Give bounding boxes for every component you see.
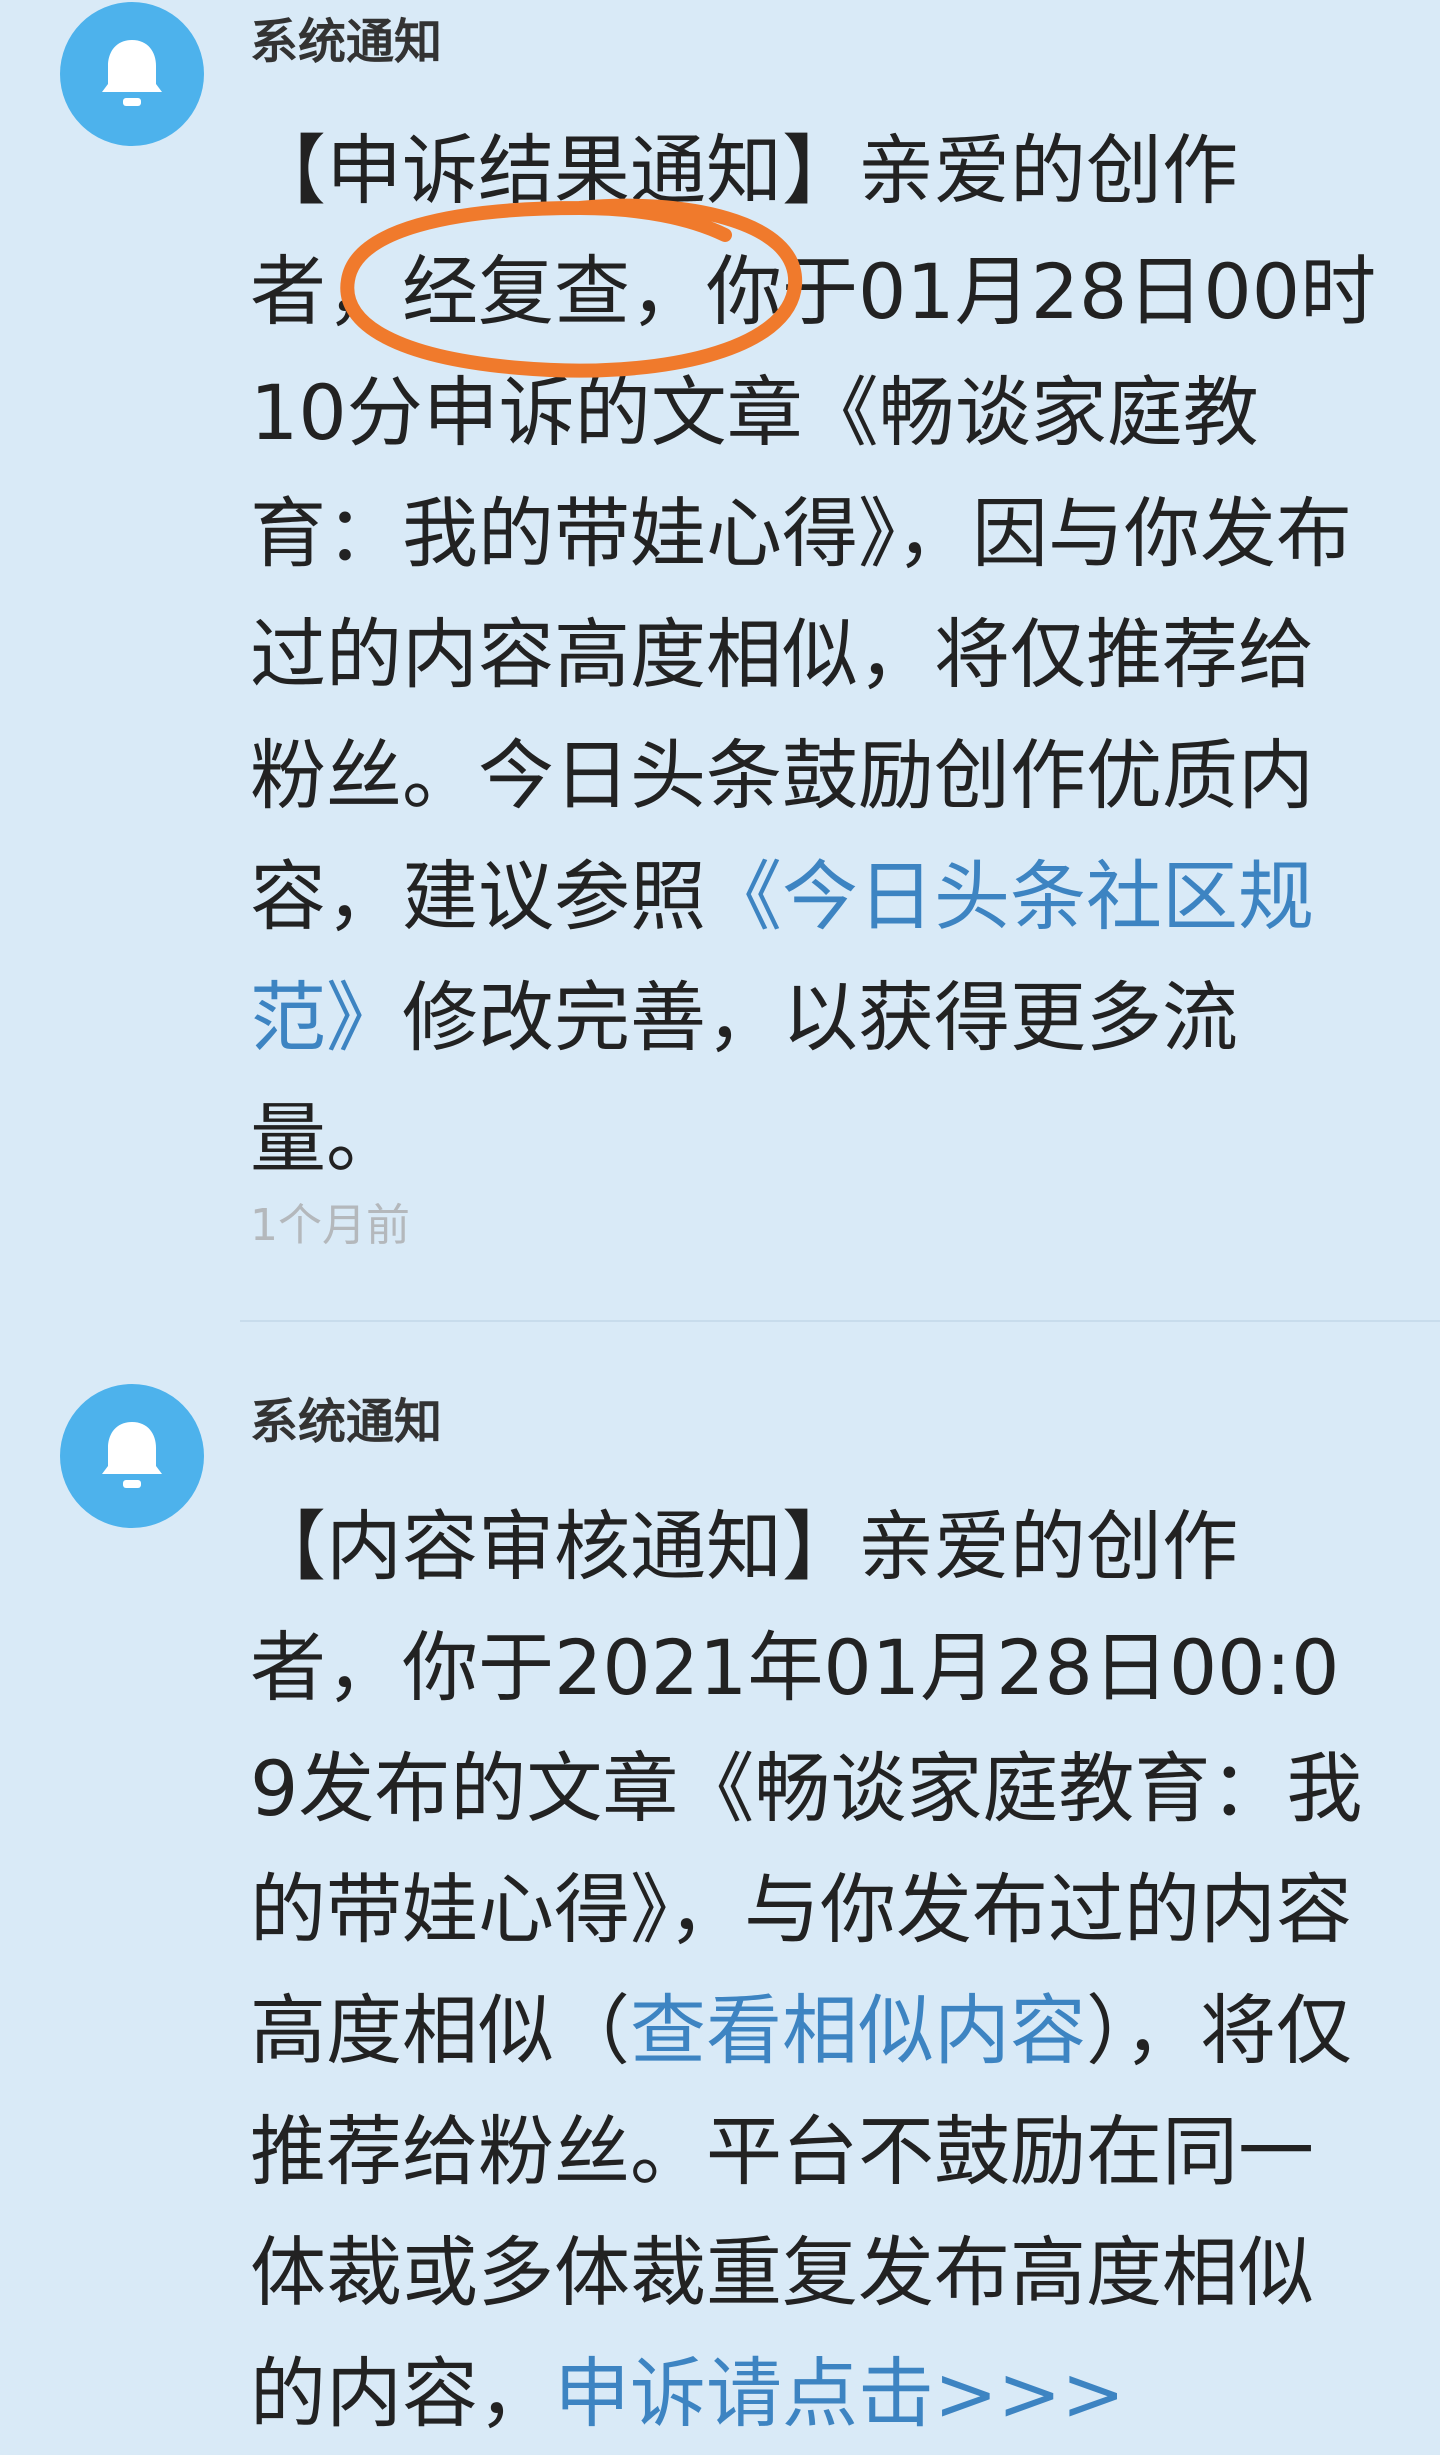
avatar[interactable]	[60, 2, 204, 146]
bell-icon	[102, 1422, 162, 1488]
message-body: 【内容审核通知】亲爱的创作者，你于2021年01月28日00:09发布的文章《畅…	[250, 1486, 1380, 2454]
timestamp: 1个月前	[250, 1200, 410, 1251]
message-item: 系统通知 【申诉结果通知】亲爱的创作者，经复查，你于01月28日00时10分申诉…	[0, 0, 1440, 1320]
appeal-link[interactable]: 申诉请点击>>>	[554, 2349, 1125, 2438]
message-body: 【申诉结果通知】亲爱的创作者，经复查，你于01月28日00时10分申诉的文章《畅…	[250, 110, 1380, 1199]
bell-icon	[102, 40, 162, 106]
view-similar-content-link[interactable]: 查看相似内容	[630, 1986, 1086, 2075]
message-text: 【申诉结果通知】亲爱的创作者，经复查，你于01月28日00时10分申诉的文章《畅…	[250, 126, 1377, 941]
message-item: 系统通知 【内容审核通知】亲爱的创作者，你于2021年01月28日00:09发布…	[0, 1322, 1440, 2455]
sender-name: 系统通知	[250, 14, 443, 70]
avatar[interactable]	[60, 1384, 204, 1528]
sender-name: 系统通知	[250, 1394, 443, 1450]
